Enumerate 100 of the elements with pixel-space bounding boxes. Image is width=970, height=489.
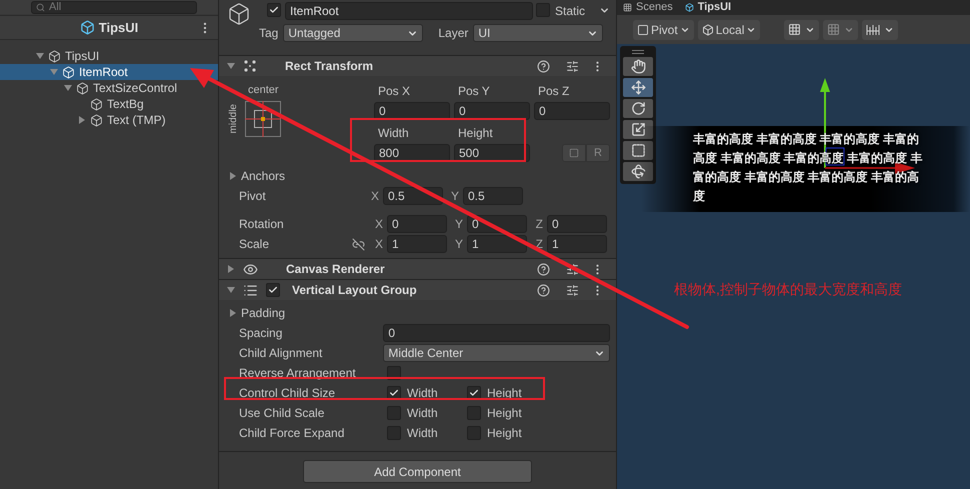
ruler-button[interactable] — [862, 20, 898, 40]
list-icon — [243, 282, 258, 298]
tool-button[interactable] — [623, 141, 653, 160]
constrain-proportions-icon[interactable] — [352, 238, 365, 250]
hierarchy-item[interactable]: TipsUI — [0, 48, 218, 64]
check-icon — [269, 5, 279, 15]
field-label: Layer — [438, 25, 468, 42]
number-field[interactable]: 0 — [387, 215, 447, 233]
tag-dropdown[interactable]: Untagged — [283, 24, 424, 42]
checkbox-label: Height — [487, 385, 522, 402]
number-field[interactable]: 0 — [534, 102, 610, 120]
hierarchy-item[interactable]: TextBg — [0, 96, 218, 112]
checkbox[interactable] — [467, 426, 481, 440]
item-label: TextSizeControl — [93, 80, 178, 97]
transform-icon — [630, 164, 646, 179]
item-label: TextBg — [107, 96, 144, 113]
number-field[interactable]: 1 — [387, 235, 447, 253]
scene-tab[interactable]: TipsUI — [698, 1, 732, 14]
expanded-triangle-icon[interactable] — [64, 84, 72, 92]
name-field[interactable]: ItemRoot — [285, 2, 533, 20]
checkbox[interactable] — [267, 3, 281, 17]
scene-tab[interactable]: Scenes — [636, 1, 673, 14]
checkbox[interactable] — [387, 406, 401, 420]
game-object-icon — [227, 2, 251, 26]
anchor-preset-icon[interactable] — [245, 100, 281, 136]
hierarchy-item[interactable]: ItemRoot — [0, 64, 218, 80]
scene-title: TipsUI — [98, 18, 138, 37]
static-label: Static — [555, 3, 586, 20]
cube-icon — [76, 82, 89, 94]
foldout-label[interactable]: Padding — [241, 304, 286, 322]
help-icon[interactable] — [537, 284, 550, 296]
foldout-label[interactable]: Anchors — [241, 167, 286, 185]
expanded-triangle-icon[interactable] — [36, 52, 44, 60]
checkbox[interactable] — [387, 426, 401, 440]
collapsed-triangle-icon[interactable] — [229, 172, 237, 180]
component-header[interactable]: Vertical Layout Group — [219, 279, 616, 300]
axis-label: Y — [450, 188, 459, 205]
square-icon — [637, 24, 649, 36]
add-component-button[interactable]: Add Component — [303, 460, 532, 483]
collapsed-triangle-icon[interactable] — [227, 265, 235, 273]
check-icon — [268, 285, 278, 295]
blueprint-button[interactable] — [562, 144, 586, 162]
pivot-dropdown[interactable]: Pivot — [633, 20, 694, 40]
rect-icon — [630, 143, 646, 158]
tool-button[interactable] — [623, 120, 653, 139]
field-label: Width — [377, 125, 410, 142]
dashed-square-icon — [569, 148, 579, 158]
dropdown[interactable]: Middle Center — [383, 344, 610, 362]
field-label: Control Child Size — [239, 385, 336, 402]
search-icon — [36, 2, 45, 12]
check-icon — [469, 388, 479, 398]
move-handles-icon — [243, 59, 257, 73]
help-icon[interactable] — [537, 262, 550, 276]
field-label: Child Force Expand — [239, 425, 346, 442]
checkbox[interactable] — [266, 283, 280, 297]
hierarchy-item[interactable]: Text (TMP) — [0, 112, 218, 128]
cube-icon — [702, 24, 714, 36]
number-field[interactable]: 1 — [467, 235, 527, 253]
field-label: Child Alignment — [239, 345, 324, 362]
increment-snap-button[interactable] — [823, 20, 858, 40]
tool-button[interactable] — [623, 162, 653, 181]
component-header[interactable]: Rect Transform — [219, 55, 616, 76]
axis-label: X — [374, 216, 383, 233]
checkbox-label: Width — [407, 385, 438, 402]
number-field[interactable]: 0.5 — [463, 187, 523, 205]
tool-button[interactable] — [623, 78, 653, 97]
preset-icon[interactable] — [566, 262, 579, 276]
layer-dropdown[interactable]: UI — [473, 24, 604, 42]
space-dropdown[interactable]: Local — [698, 20, 760, 40]
collapsed-triangle-icon[interactable] — [78, 116, 86, 124]
hierarchy-item[interactable]: TextSizeControl — [0, 80, 218, 96]
field-label: Pivot — [239, 188, 267, 205]
number-field[interactable]: 0 — [547, 215, 607, 233]
cube-icon — [62, 66, 75, 78]
prefab-cube-icon — [80, 20, 95, 35]
component-header[interactable]: Canvas Renderer — [219, 258, 616, 279]
cube-icon — [90, 98, 103, 110]
expanded-triangle-icon[interactable] — [227, 286, 235, 294]
number-field[interactable]: 0 — [383, 324, 610, 342]
annotation-text: 根物体,控制子物体的最大宽度和高度 — [674, 280, 902, 299]
help-icon[interactable] — [537, 60, 550, 72]
field-label: Pos X — [377, 83, 412, 100]
field-label: Reverse Arrangement — [239, 365, 357, 382]
tool-button[interactable] — [623, 57, 653, 76]
preset-icon[interactable] — [566, 284, 579, 296]
collapsed-triangle-icon[interactable] — [229, 309, 237, 317]
checkbox[interactable] — [467, 406, 481, 420]
grid-snap-button[interactable] — [784, 20, 820, 40]
cube-icon — [48, 50, 61, 62]
checkbox[interactable] — [536, 3, 550, 17]
anchor-label: center — [248, 83, 280, 98]
scale-icon — [630, 122, 646, 137]
expanded-triangle-icon[interactable] — [227, 62, 235, 70]
tool-button[interactable] — [623, 99, 653, 118]
preset-icon[interactable] — [566, 60, 579, 72]
number-field[interactable]: 1 — [547, 235, 607, 253]
move-icon — [630, 80, 646, 95]
field-label: Scale — [239, 236, 270, 253]
axis-label: X — [374, 236, 383, 253]
scene-icon — [623, 3, 632, 12]
